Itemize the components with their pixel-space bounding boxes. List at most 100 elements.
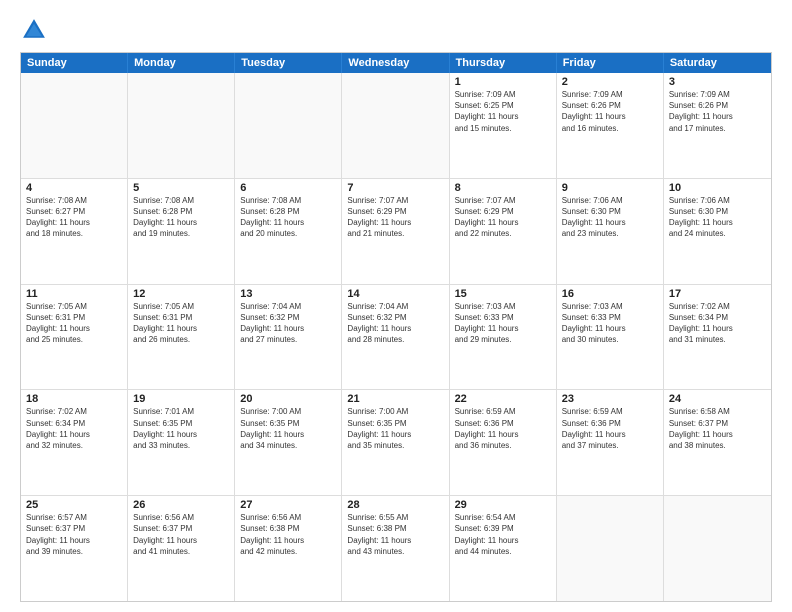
calendar-cell: 21Sunrise: 7:00 AM Sunset: 6:35 PM Dayli… — [342, 390, 449, 495]
header-day-wednesday: Wednesday — [342, 53, 449, 73]
header — [20, 16, 772, 44]
day-info: Sunrise: 6:56 AM Sunset: 6:38 PM Dayligh… — [240, 512, 336, 557]
day-number: 29 — [455, 499, 551, 511]
day-number: 27 — [240, 499, 336, 511]
day-number: 21 — [347, 393, 443, 405]
header-day-monday: Monday — [128, 53, 235, 73]
calendar-cell: 15Sunrise: 7:03 AM Sunset: 6:33 PM Dayli… — [450, 285, 557, 390]
day-info: Sunrise: 6:59 AM Sunset: 6:36 PM Dayligh… — [455, 406, 551, 451]
calendar-cell — [128, 73, 235, 178]
day-number: 4 — [26, 182, 122, 194]
day-info: Sunrise: 7:04 AM Sunset: 6:32 PM Dayligh… — [347, 301, 443, 346]
header-day-tuesday: Tuesday — [235, 53, 342, 73]
day-number: 28 — [347, 499, 443, 511]
calendar-cell: 28Sunrise: 6:55 AM Sunset: 6:38 PM Dayli… — [342, 496, 449, 601]
day-number: 15 — [455, 288, 551, 300]
calendar-cell: 25Sunrise: 6:57 AM Sunset: 6:37 PM Dayli… — [21, 496, 128, 601]
day-info: Sunrise: 6:56 AM Sunset: 6:37 PM Dayligh… — [133, 512, 229, 557]
day-info: Sunrise: 6:59 AM Sunset: 6:36 PM Dayligh… — [562, 406, 658, 451]
calendar-cell: 1Sunrise: 7:09 AM Sunset: 6:25 PM Daylig… — [450, 73, 557, 178]
day-number: 11 — [26, 288, 122, 300]
calendar-cell: 7Sunrise: 7:07 AM Sunset: 6:29 PM Daylig… — [342, 179, 449, 284]
day-info: Sunrise: 7:02 AM Sunset: 6:34 PM Dayligh… — [669, 301, 766, 346]
calendar-cell: 26Sunrise: 6:56 AM Sunset: 6:37 PM Dayli… — [128, 496, 235, 601]
day-info: Sunrise: 7:00 AM Sunset: 6:35 PM Dayligh… — [240, 406, 336, 451]
day-info: Sunrise: 7:08 AM Sunset: 6:27 PM Dayligh… — [26, 195, 122, 240]
day-number: 7 — [347, 182, 443, 194]
calendar-body: 1Sunrise: 7:09 AM Sunset: 6:25 PM Daylig… — [21, 73, 771, 601]
calendar-cell: 18Sunrise: 7:02 AM Sunset: 6:34 PM Dayli… — [21, 390, 128, 495]
calendar-cell: 20Sunrise: 7:00 AM Sunset: 6:35 PM Dayli… — [235, 390, 342, 495]
day-number: 22 — [455, 393, 551, 405]
day-number: 18 — [26, 393, 122, 405]
day-number: 13 — [240, 288, 336, 300]
calendar-cell — [342, 73, 449, 178]
day-info: Sunrise: 7:06 AM Sunset: 6:30 PM Dayligh… — [669, 195, 766, 240]
page: SundayMondayTuesdayWednesdayThursdayFrid… — [0, 0, 792, 612]
calendar-cell: 27Sunrise: 6:56 AM Sunset: 6:38 PM Dayli… — [235, 496, 342, 601]
header-day-friday: Friday — [557, 53, 664, 73]
calendar-cell: 17Sunrise: 7:02 AM Sunset: 6:34 PM Dayli… — [664, 285, 771, 390]
day-info: Sunrise: 6:58 AM Sunset: 6:37 PM Dayligh… — [669, 406, 766, 451]
day-info: Sunrise: 6:57 AM Sunset: 6:37 PM Dayligh… — [26, 512, 122, 557]
calendar-cell: 24Sunrise: 6:58 AM Sunset: 6:37 PM Dayli… — [664, 390, 771, 495]
day-number: 3 — [669, 76, 766, 88]
calendar-row-2: 11Sunrise: 7:05 AM Sunset: 6:31 PM Dayli… — [21, 284, 771, 390]
day-number: 8 — [455, 182, 551, 194]
header-day-sunday: Sunday — [21, 53, 128, 73]
calendar-cell: 9Sunrise: 7:06 AM Sunset: 6:30 PM Daylig… — [557, 179, 664, 284]
day-info: Sunrise: 7:04 AM Sunset: 6:32 PM Dayligh… — [240, 301, 336, 346]
day-number: 2 — [562, 76, 658, 88]
calendar-cell: 6Sunrise: 7:08 AM Sunset: 6:28 PM Daylig… — [235, 179, 342, 284]
day-info: Sunrise: 7:09 AM Sunset: 6:26 PM Dayligh… — [562, 89, 658, 134]
day-info: Sunrise: 7:08 AM Sunset: 6:28 PM Dayligh… — [133, 195, 229, 240]
day-info: Sunrise: 6:55 AM Sunset: 6:38 PM Dayligh… — [347, 512, 443, 557]
day-number: 19 — [133, 393, 229, 405]
day-number: 1 — [455, 76, 551, 88]
day-info: Sunrise: 7:00 AM Sunset: 6:35 PM Dayligh… — [347, 406, 443, 451]
day-info: Sunrise: 7:07 AM Sunset: 6:29 PM Dayligh… — [455, 195, 551, 240]
calendar-cell: 23Sunrise: 6:59 AM Sunset: 6:36 PM Dayli… — [557, 390, 664, 495]
day-info: Sunrise: 7:01 AM Sunset: 6:35 PM Dayligh… — [133, 406, 229, 451]
day-number: 23 — [562, 393, 658, 405]
header-day-saturday: Saturday — [664, 53, 771, 73]
calendar-row-3: 18Sunrise: 7:02 AM Sunset: 6:34 PM Dayli… — [21, 389, 771, 495]
day-info: Sunrise: 7:06 AM Sunset: 6:30 PM Dayligh… — [562, 195, 658, 240]
calendar-cell — [235, 73, 342, 178]
day-number: 24 — [669, 393, 766, 405]
day-info: Sunrise: 7:03 AM Sunset: 6:33 PM Dayligh… — [562, 301, 658, 346]
calendar-cell: 4Sunrise: 7:08 AM Sunset: 6:27 PM Daylig… — [21, 179, 128, 284]
day-number: 20 — [240, 393, 336, 405]
day-info: Sunrise: 7:05 AM Sunset: 6:31 PM Dayligh… — [26, 301, 122, 346]
calendar-cell: 13Sunrise: 7:04 AM Sunset: 6:32 PM Dayli… — [235, 285, 342, 390]
day-number: 6 — [240, 182, 336, 194]
logo-icon — [20, 16, 48, 44]
calendar-cell: 29Sunrise: 6:54 AM Sunset: 6:39 PM Dayli… — [450, 496, 557, 601]
day-number: 5 — [133, 182, 229, 194]
calendar-cell: 11Sunrise: 7:05 AM Sunset: 6:31 PM Dayli… — [21, 285, 128, 390]
calendar-cell — [664, 496, 771, 601]
day-number: 10 — [669, 182, 766, 194]
calendar-cell: 16Sunrise: 7:03 AM Sunset: 6:33 PM Dayli… — [557, 285, 664, 390]
calendar: SundayMondayTuesdayWednesdayThursdayFrid… — [20, 52, 772, 602]
day-number: 14 — [347, 288, 443, 300]
day-number: 25 — [26, 499, 122, 511]
calendar-cell: 3Sunrise: 7:09 AM Sunset: 6:26 PM Daylig… — [664, 73, 771, 178]
day-info: Sunrise: 7:09 AM Sunset: 6:26 PM Dayligh… — [669, 89, 766, 134]
calendar-cell: 14Sunrise: 7:04 AM Sunset: 6:32 PM Dayli… — [342, 285, 449, 390]
day-info: Sunrise: 7:09 AM Sunset: 6:25 PM Dayligh… — [455, 89, 551, 134]
header-day-thursday: Thursday — [450, 53, 557, 73]
calendar-cell — [21, 73, 128, 178]
day-number: 12 — [133, 288, 229, 300]
day-number: 9 — [562, 182, 658, 194]
calendar-row-0: 1Sunrise: 7:09 AM Sunset: 6:25 PM Daylig… — [21, 73, 771, 178]
day-info: Sunrise: 7:02 AM Sunset: 6:34 PM Dayligh… — [26, 406, 122, 451]
calendar-cell: 10Sunrise: 7:06 AM Sunset: 6:30 PM Dayli… — [664, 179, 771, 284]
day-info: Sunrise: 6:54 AM Sunset: 6:39 PM Dayligh… — [455, 512, 551, 557]
calendar-cell: 2Sunrise: 7:09 AM Sunset: 6:26 PM Daylig… — [557, 73, 664, 178]
calendar-cell — [557, 496, 664, 601]
calendar-row-4: 25Sunrise: 6:57 AM Sunset: 6:37 PM Dayli… — [21, 495, 771, 601]
day-number: 26 — [133, 499, 229, 511]
logo — [20, 16, 52, 44]
calendar-cell: 19Sunrise: 7:01 AM Sunset: 6:35 PM Dayli… — [128, 390, 235, 495]
